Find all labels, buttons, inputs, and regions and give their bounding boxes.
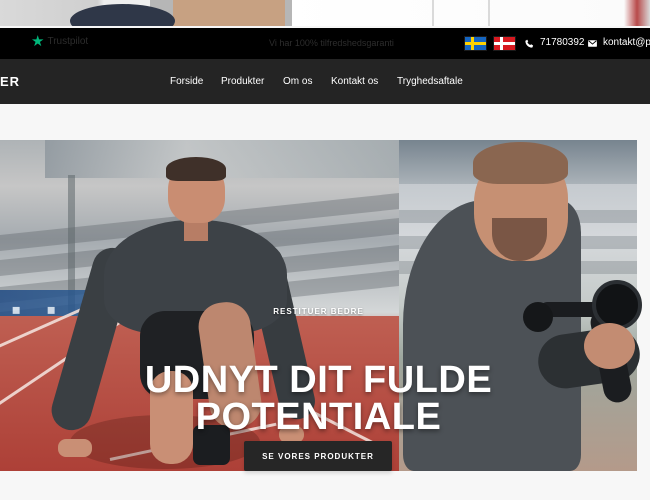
star-icon: ★ (31, 32, 45, 50)
top-info-bar: ★ Trustpilot Vi har 100% tilfredshedsgar… (0, 28, 650, 59)
photo-strip-line (432, 0, 434, 26)
denmark-flag-icon[interactable] (494, 37, 515, 50)
hero-eyebrow: RESTITUER BEDRE (273, 307, 364, 316)
top-hero-photo-strip (0, 0, 650, 26)
site-logo-fragment[interactable]: ER (0, 74, 20, 89)
email-link[interactable]: kontakt@p (587, 36, 650, 50)
see-products-button[interactable]: SE VORES PRODUKTER (244, 441, 392, 471)
nav-item-forside[interactable]: Forside (170, 76, 203, 87)
nav-item-om-os[interactable]: Om os (283, 76, 312, 87)
nav-item-produkter[interactable]: Produkter (221, 76, 264, 87)
photo-strip-line (488, 0, 490, 26)
sweden-flag-icon[interactable] (465, 37, 486, 50)
hero-title: UDNYT DIT FULDE POTENTIALE (0, 359, 637, 439)
phone-icon (525, 38, 534, 48)
phone-link[interactable]: 71780392 (524, 36, 585, 50)
announcement-text: Vi har 100% tilfredshedsgaranti (269, 38, 394, 48)
nav-item-tryghedsaftale[interactable]: Tryghedsaftale (397, 76, 463, 87)
phone-number: 71780392 (540, 37, 585, 48)
hero-title-line-2: POTENTIALE (195, 396, 442, 439)
email-address: kontakt@p (603, 37, 650, 48)
nav-item-kontakt-os[interactable]: Kontakt os (331, 76, 378, 87)
hero-copy: RESTITUER BEDRE UDNYT DIT FULDE POTENTIA… (0, 140, 637, 471)
trustpilot-label: Trustpilot (47, 36, 89, 47)
photo-strip-color-block (173, 0, 285, 26)
trustpilot-badge[interactable]: ★ Trustpilot (31, 32, 89, 50)
main-navigation: ER Forside Produkter Om os Kontakt os Tr… (0, 59, 650, 104)
email-icon (588, 39, 597, 47)
hero-title-line-1: UDNYT DIT FULDE (144, 359, 493, 402)
